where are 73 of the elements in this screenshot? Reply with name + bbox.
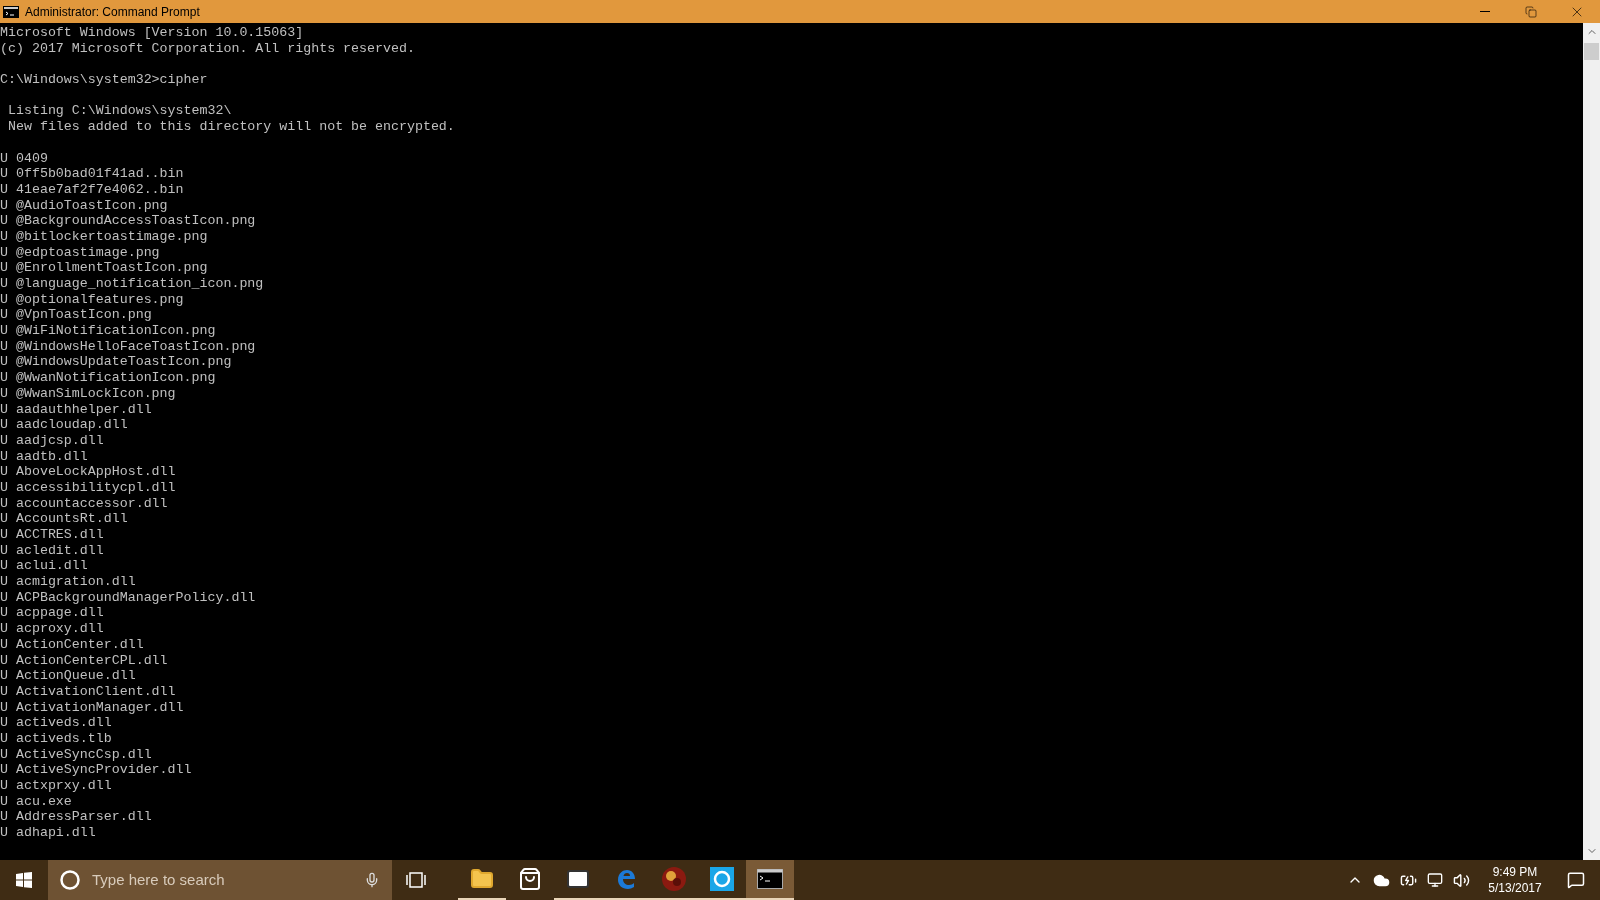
file-entry: U @language_notification_icon.png [0, 276, 264, 292]
file-entry: U ACPBackgroundManagerPolicy.dll [0, 589, 256, 606]
console-text: Microsoft Windows [Version 10.0.15063] [0, 25, 304, 41]
file-entry: U @optionalfeatures.png [0, 291, 184, 308]
file-entry: U AboveLockAppHost.dll [0, 464, 176, 480]
file-entry: U AddressParser.dll [0, 809, 152, 826]
clock-date: 5/13/2017 [1488, 880, 1542, 896]
file-entry: U ActiveSyncProvider.dll [0, 762, 192, 778]
clock[interactable]: 9:49 PM 5/13/2017 [1478, 860, 1552, 900]
file-entry: U ActionCenterCPL.dll [0, 652, 168, 669]
file-entry: U acmigration.dll [0, 574, 136, 590]
file-entry: U @WiFiNotificationIcon.png [0, 323, 216, 339]
console-text: Listing C:\Windows\system32\ [6, 103, 232, 120]
file-entry: U @WwanSimLockIcon.png [0, 385, 176, 402]
chat-logo-icon [710, 867, 734, 891]
file-entry: U adhapi.dll [0, 825, 96, 841]
file-entry: U @AudioToastIcon.png [0, 197, 168, 214]
clock-time: 9:49 PM [1492, 864, 1538, 880]
file-entry: U ActivationClient.dll [0, 683, 176, 700]
file-entry: U @WindowsUpdateToastIcon.png [0, 354, 232, 371]
minimize-icon [1480, 11, 1490, 12]
file-entry: U ActivationManager.dll [0, 699, 184, 716]
notification-icon [1567, 871, 1585, 889]
windows-logo-icon [16, 872, 32, 888]
file-entry: U accessibilitycpl.dll [0, 479, 176, 496]
file-entry: U @WwanNotificationIcon.png [0, 370, 216, 386]
file-entry: U ActionQueue.dll [0, 668, 136, 684]
shopping-bag-icon [518, 867, 542, 891]
file-entry: U 0ff5b0bad01f41ad..bin [0, 166, 184, 182]
scrollbar[interactable] [1583, 23, 1600, 860]
file-entry: U activeds.tlb [0, 730, 112, 747]
scroll-thumb[interactable] [1584, 43, 1599, 60]
file-entry: U acu.exe [0, 793, 72, 810]
terminal-icon [3, 5, 19, 18]
file-entry: U @WindowsHelloFaceToastIcon.png [0, 338, 256, 355]
app-logo-icon [661, 866, 687, 892]
file-entry: U 0409 [0, 150, 48, 167]
file-entry: U @bitlockertoastimage.png [0, 228, 208, 245]
taskbar-app-button[interactable] [746, 860, 794, 900]
file-entry: U aadcloudap.dll [0, 417, 128, 433]
file-entry: U acppage.dll [0, 605, 104, 622]
terminal-icon [757, 869, 783, 889]
network-icon[interactable] [1427, 872, 1443, 888]
speaker-icon[interactable] [1453, 871, 1470, 889]
task-view-icon [406, 872, 426, 888]
file-entry: U ActiveSyncCsp.dll [0, 746, 152, 763]
microphone-icon[interactable] [364, 872, 380, 888]
file-entry: U aadtb.dll [0, 448, 88, 465]
file-entry: U ACCTRES.dll [0, 527, 104, 543]
command-prompt-line: C:\Windows\system32>cipher [0, 72, 208, 88]
file-entry: U activeds.dll [0, 715, 112, 731]
search-input[interactable]: Type here to search [92, 868, 352, 892]
console-text: (c) 2017 Microsoft Corporation. All rights reserved. [0, 40, 415, 57]
file-entry: U aadjcsp.dll [0, 432, 104, 449]
file-entry: U actxprxy.dll [0, 778, 112, 794]
cortana-circle-icon [60, 870, 80, 890]
file-entry: U aclui.dll [0, 558, 88, 575]
file-entry: U @VpnToastIcon.png [0, 307, 152, 324]
file-entry: U @edptoastimage.png [0, 244, 160, 261]
file-entry: U aadauthhelper.dll [0, 401, 152, 418]
file-entry: U accountaccessor.dll [0, 495, 168, 512]
file-entry: U @BackgroundAccessToastIcon.png [0, 213, 256, 229]
file-entry: U ActionCenter.dll [0, 636, 144, 653]
file-entry: U AccountsRt.dll [0, 511, 128, 527]
search-box[interactable]: Type here to search [48, 860, 392, 900]
file-entry: U @EnrollmentToastIcon.png [0, 260, 208, 276]
console-text: New files added to this directory will not be encrypted. [6, 119, 455, 135]
restore-icon [1525, 5, 1537, 18]
folder-icon [470, 867, 494, 891]
file-entry: U acproxy.dll [0, 621, 104, 637]
file-entry: U acledit.dll [0, 542, 104, 559]
window-title: Administrator: Command Prompt [25, 3, 200, 21]
file-entry: U 41eae7af2f7e4062..bin [0, 181, 184, 198]
